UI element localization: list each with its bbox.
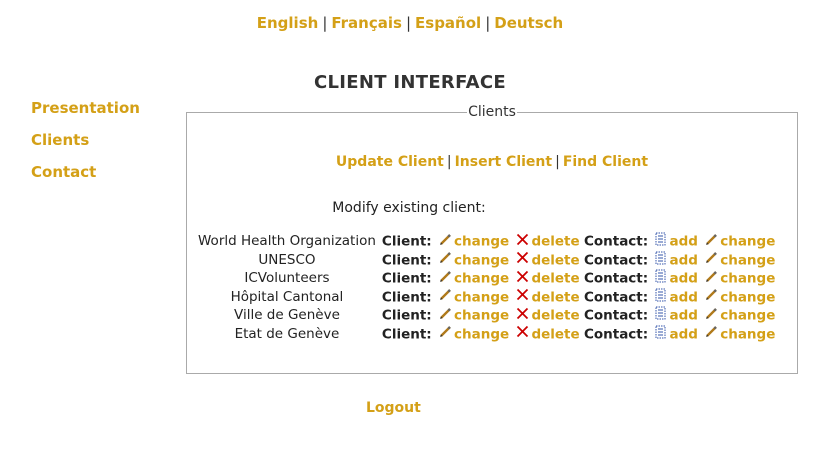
delete-client-link[interactable]: delete — [531, 252, 579, 268]
contact-label: Contact: — [583, 251, 649, 268]
change-contact-link[interactable]: change — [720, 289, 775, 305]
pencil-icon[interactable] — [439, 288, 452, 306]
pencil-icon[interactable] — [705, 270, 718, 288]
client-name: ICVolunteers — [244, 270, 330, 287]
client-label: Client: — [381, 307, 432, 324]
separator: | — [322, 14, 328, 32]
clients-table: World Health Organization Client: change… — [198, 232, 775, 344]
client-name: Ville de Genève — [234, 307, 340, 324]
change-client-link[interactable]: change — [454, 326, 509, 342]
add-contact-icon[interactable] — [655, 306, 667, 325]
lang-spanish-link[interactable]: Español — [415, 14, 481, 32]
panel-legend: Clients — [468, 104, 516, 120]
change-client-link[interactable]: change — [454, 308, 509, 324]
delete-client-link[interactable]: delete — [531, 308, 579, 324]
delete-x-icon[interactable] — [516, 288, 529, 306]
client-label: Client: — [381, 233, 432, 250]
add-contact-icon[interactable] — [655, 288, 667, 307]
language-bar: English | Français | Español | Deutsch — [0, 14, 820, 32]
change-client-link[interactable]: change — [454, 252, 509, 268]
table-row: World Health Organization Client: change… — [198, 232, 775, 251]
sidebar: Presentation Clients Contact — [31, 98, 140, 194]
insert-client-link[interactable]: Insert Client — [455, 154, 553, 170]
add-contact-icon[interactable] — [655, 232, 667, 251]
table-row: Hôpital Cantonal Client: change delete C… — [198, 288, 775, 307]
add-contact-icon[interactable] — [655, 251, 667, 270]
section-heading: Modify existing client: — [332, 200, 486, 216]
add-contact-link[interactable]: add — [669, 289, 697, 305]
logout-link[interactable]: Logout — [366, 400, 421, 416]
change-contact-link[interactable]: change — [720, 233, 775, 249]
contact-label: Contact: — [583, 270, 649, 287]
lang-german-link[interactable]: Deutsch — [494, 14, 563, 32]
sidebar-item-contact[interactable]: Contact — [31, 162, 140, 182]
contact-label: Contact: — [583, 307, 649, 324]
delete-x-icon[interactable] — [516, 233, 529, 251]
add-contact-link[interactable]: add — [669, 233, 697, 249]
change-client-link[interactable]: change — [454, 270, 509, 286]
change-contact-link[interactable]: change — [720, 270, 775, 286]
pencil-icon[interactable] — [439, 251, 452, 269]
pencil-icon[interactable] — [705, 307, 718, 325]
client-label: Client: — [381, 289, 432, 306]
separator: | — [485, 14, 491, 32]
client-actions-bar: Update Client | Insert Client | Find Client — [186, 154, 798, 170]
delete-x-icon[interactable] — [516, 251, 529, 269]
contact-label: Contact: — [583, 233, 649, 250]
pencil-icon[interactable] — [705, 233, 718, 251]
find-client-link[interactable]: Find Client — [563, 154, 648, 170]
add-contact-icon[interactable] — [655, 269, 667, 288]
page-title: CLIENT INTERFACE — [314, 72, 506, 93]
update-client-link[interactable]: Update Client — [336, 154, 444, 170]
separator: | — [446, 154, 452, 170]
change-contact-link[interactable]: change — [720, 326, 775, 342]
change-contact-link[interactable]: change — [720, 252, 775, 268]
client-name: Hôpital Cantonal — [230, 288, 344, 305]
table-row: Etat de Genève Client: change delete Con… — [198, 325, 775, 344]
pencil-icon[interactable] — [705, 251, 718, 269]
table-row: ICVolunteers Client: change delete Conta… — [198, 269, 775, 288]
pencil-icon[interactable] — [439, 233, 452, 251]
delete-client-link[interactable]: delete — [531, 289, 579, 305]
contact-label: Contact: — [583, 289, 649, 306]
delete-x-icon[interactable] — [516, 307, 529, 325]
client-label: Client: — [381, 326, 432, 343]
add-contact-link[interactable]: add — [669, 252, 697, 268]
separator: | — [555, 154, 560, 170]
change-client-link[interactable]: change — [454, 233, 509, 249]
add-contact-link[interactable]: add — [669, 326, 697, 342]
client-label: Client: — [381, 270, 432, 287]
pencil-icon[interactable] — [439, 270, 452, 288]
lang-english-link[interactable]: English — [257, 14, 319, 32]
client-label: Client: — [381, 251, 432, 268]
add-contact-icon[interactable] — [655, 325, 667, 344]
delete-x-icon[interactable] — [516, 270, 529, 288]
contact-label: Contact: — [583, 326, 649, 343]
table-row: UNESCO Client: change delete Contact: ad… — [198, 251, 775, 270]
delete-x-icon[interactable] — [516, 325, 529, 343]
separator: | — [405, 14, 412, 32]
change-client-link[interactable]: change — [454, 289, 509, 305]
client-name: Etat de Genève — [234, 325, 340, 342]
delete-client-link[interactable]: delete — [531, 270, 579, 286]
pencil-icon[interactable] — [439, 307, 452, 325]
pencil-icon[interactable] — [439, 325, 452, 343]
pencil-icon[interactable] — [705, 325, 718, 343]
change-contact-link[interactable]: change — [720, 308, 775, 324]
client-name: World Health Organization — [198, 233, 376, 249]
add-contact-link[interactable]: add — [669, 270, 697, 286]
sidebar-item-presentation[interactable]: Presentation — [31, 98, 140, 118]
sidebar-item-clients[interactable]: Clients — [31, 130, 140, 150]
delete-client-link[interactable]: delete — [531, 233, 579, 249]
pencil-icon[interactable] — [705, 288, 718, 306]
client-name: UNESCO — [258, 251, 316, 268]
add-contact-link[interactable]: add — [669, 308, 697, 324]
delete-client-link[interactable]: delete — [531, 326, 579, 342]
table-row: Ville de Genève Client: change delete Co… — [198, 306, 775, 325]
lang-french-link[interactable]: Français — [331, 14, 402, 32]
